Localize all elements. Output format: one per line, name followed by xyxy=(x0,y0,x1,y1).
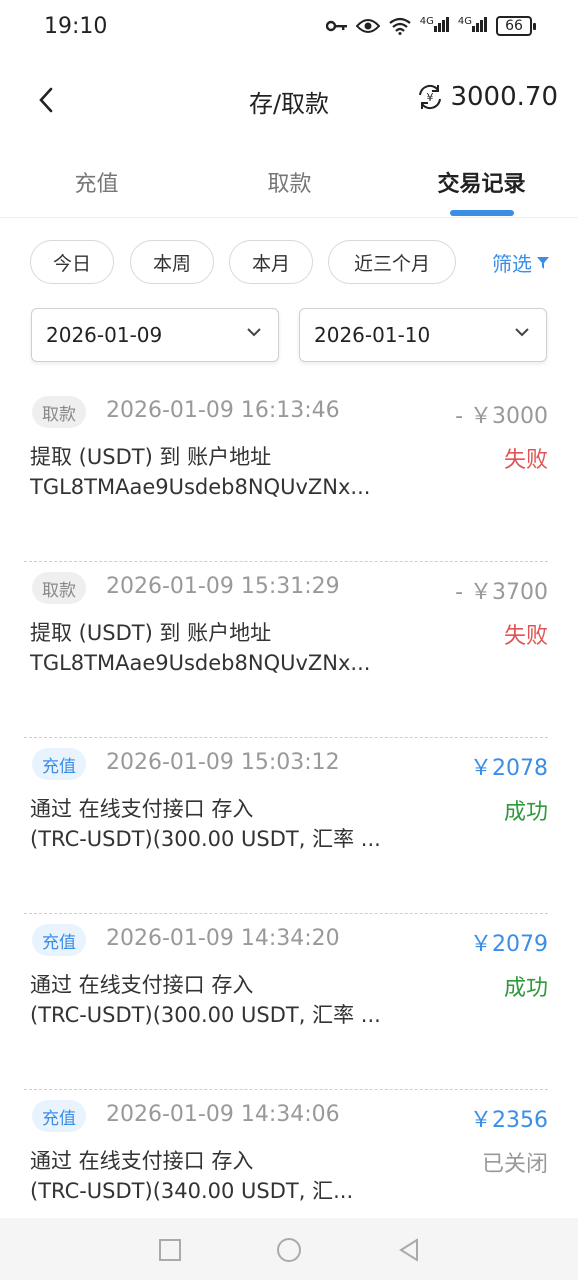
tab-transactions[interactable]: 交易记录 xyxy=(385,166,578,198)
end-date-value: 2026-01-10 xyxy=(314,323,431,347)
transaction-time: 2026-01-09 14:34:20 xyxy=(106,926,340,951)
transaction-row[interactable]: 充值 2026-01-09 14:34:20 ￥2079 通过 在线支付接口 存… xyxy=(24,914,548,1090)
transaction-amount: ￥2356 xyxy=(470,1108,548,1133)
transaction-desc: 通过 在线支付接口 存入 xyxy=(30,973,254,997)
balance-display[interactable]: ¥ 3000.70 xyxy=(416,82,558,112)
active-tab-indicator xyxy=(450,210,514,216)
transaction-desc: 通过 在线支付接口 存入 xyxy=(30,797,254,821)
transaction-address: TGL8TMAae9Usdeb8NQUvZNx... xyxy=(30,475,371,499)
chevron-down-icon xyxy=(515,328,529,337)
wifi-icon xyxy=(389,17,411,35)
type-badge: 充值 xyxy=(32,924,86,956)
transaction-detail: (TRC-USDT)(300.00 USDT, 汇率 ... xyxy=(30,1003,381,1027)
filter-button[interactable]: 筛选 xyxy=(492,248,550,277)
back-nav-icon[interactable] xyxy=(395,1236,423,1264)
transaction-amount: ￥2078 xyxy=(470,756,548,781)
transaction-desc: 提取 (USDT) 到 账户地址 xyxy=(30,445,272,469)
tab-bar: 充值 取款 交易记录 xyxy=(0,150,578,218)
transaction-row[interactable]: 取款 2026-01-09 16:13:46 - ￥3000 提取 (USDT)… xyxy=(24,386,548,562)
type-badge: 取款 xyxy=(32,572,86,604)
transaction-time: 2026-01-09 15:31:29 xyxy=(106,574,340,599)
signal-icon-2: 4G xyxy=(458,16,488,36)
transaction-time: 2026-01-09 16:13:46 xyxy=(106,398,340,423)
filter-label: 筛选 xyxy=(492,252,532,276)
transaction-status: 失败 xyxy=(503,624,548,649)
transaction-amount: ￥2079 xyxy=(470,932,548,957)
start-date-value: 2026-01-09 xyxy=(46,323,163,347)
chip-today[interactable]: 今日 xyxy=(30,240,114,284)
transaction-detail: (TRC-USDT)(340.00 USDT, 汇... xyxy=(30,1179,354,1203)
filter-icon xyxy=(537,256,549,269)
transaction-time: 2026-01-09 14:34:06 xyxy=(106,1102,340,1127)
chip-this-week[interactable]: 本周 xyxy=(130,240,214,284)
eye-icon xyxy=(355,19,380,33)
status-bar: 19:10 4G 4G 66 xyxy=(0,0,578,56)
start-date-picker[interactable]: 2026-01-09 xyxy=(31,308,279,362)
transaction-row[interactable]: 充值 2026-01-09 15:03:12 ￥2078 通过 在线支付接口 存… xyxy=(24,738,548,914)
key-icon xyxy=(325,20,347,32)
quick-filter-bar: 今日 本周 本月 近三个月 筛选 xyxy=(30,240,550,286)
home-icon[interactable] xyxy=(275,1236,303,1264)
tab-deposit[interactable]: 充值 xyxy=(0,166,193,198)
transaction-desc: 通过 在线支付接口 存入 xyxy=(30,1149,254,1173)
transaction-row[interactable]: 取款 2026-01-09 15:31:29 - ￥3700 提取 (USDT)… xyxy=(24,562,548,738)
svg-text:¥: ¥ xyxy=(427,91,434,104)
recent-apps-icon[interactable] xyxy=(156,1236,184,1264)
balance-value: 3000.70 xyxy=(450,82,558,112)
tab-withdraw[interactable]: 取款 xyxy=(193,166,386,198)
transaction-desc: 提取 (USDT) 到 账户地址 xyxy=(30,621,272,645)
status-time: 19:10 xyxy=(44,14,108,39)
transaction-status: 失败 xyxy=(503,448,548,473)
app-header: 存/取款 ¥ 3000.70 xyxy=(0,64,578,136)
yen-refresh-icon[interactable]: ¥ xyxy=(416,83,444,111)
chip-this-month[interactable]: 本月 xyxy=(229,240,313,284)
type-badge: 取款 xyxy=(32,396,86,428)
transaction-amount: - ￥3700 xyxy=(455,580,548,605)
transaction-address: TGL8TMAae9Usdeb8NQUvZNx... xyxy=(30,651,371,675)
transaction-time: 2026-01-09 15:03:12 xyxy=(106,750,340,775)
transaction-detail: (TRC-USDT)(300.00 USDT, 汇率 ... xyxy=(30,827,381,851)
battery-icon: 66 xyxy=(496,16,536,36)
signal-icon-1: 4G xyxy=(420,16,450,36)
chip-last-three-months[interactable]: 近三个月 xyxy=(328,240,456,284)
system-nav-bar xyxy=(0,1218,578,1280)
transaction-status: 已关闭 xyxy=(481,1152,548,1177)
transaction-amount: - ￥3000 xyxy=(455,404,548,429)
end-date-picker[interactable]: 2026-01-10 xyxy=(299,308,547,362)
transaction-status: 成功 xyxy=(503,976,548,1001)
status-icons: 4G 4G 66 xyxy=(325,16,536,36)
transaction-status: 成功 xyxy=(503,800,548,825)
chevron-down-icon xyxy=(247,328,261,337)
type-badge: 充值 xyxy=(32,1100,86,1132)
type-badge: 充值 xyxy=(32,748,86,780)
